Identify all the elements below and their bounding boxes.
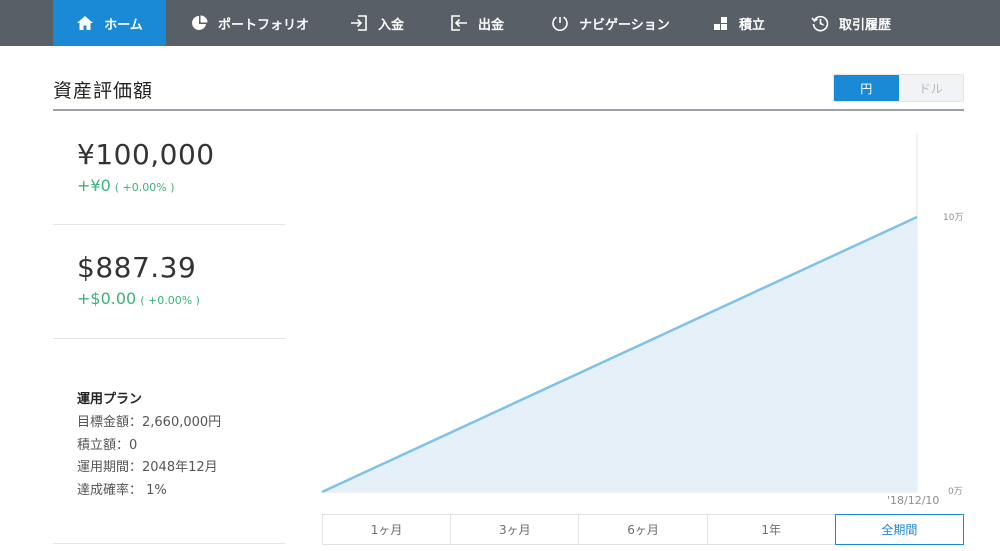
y-tick-label: 0万 (948, 487, 963, 497)
top-navigation: ホーム ポートフォリオ 入金 出金 ナビゲーション 積立 取引履歴 (0, 0, 1000, 46)
plan-target-amount: 目標金額：2,660,000円 (77, 415, 222, 430)
plan-achievement-probability: 達成確率： 1% (77, 483, 167, 498)
nav-item-withdraw[interactable]: 出金 (450, 0, 504, 46)
chart-series-line (321, 215, 918, 494)
page-title: 資産評価額 (53, 80, 154, 102)
usd-change: +$0.00( +0.00% ) (77, 289, 200, 308)
pie-chart-icon (190, 14, 208, 32)
nav-item-label: 出金 (478, 17, 505, 33)
period-3-months-button[interactable]: 3ヶ月 (450, 514, 580, 545)
nav-item-accumulate[interactable]: 積立 (711, 0, 765, 46)
plan-title: 運用プラン (77, 392, 143, 407)
nav-item-label: ポートフォリオ (218, 17, 310, 33)
yen-change-percent: ( +0.00% ) (114, 181, 175, 194)
nav-item-label: ナビゲーション (579, 17, 670, 33)
currency-yen-button[interactable]: 円 (834, 75, 899, 101)
period-1-month-button[interactable]: 1ヶ月 (322, 514, 452, 545)
summary-divider (53, 543, 285, 544)
yen-change: +¥0( +0.00% ) (77, 176, 175, 195)
nav-item-label: ホーム (104, 17, 143, 33)
withdraw-icon (450, 14, 468, 32)
chart-area-fill (322, 217, 917, 492)
usd-total-amount: $887.39 (77, 251, 197, 284)
nav-item-home[interactable]: ホーム (53, 0, 166, 46)
nav-item-label: 入金 (378, 17, 405, 33)
usd-change-percent: ( +0.00% ) (140, 294, 200, 307)
period-selector: 1ヶ月 3ヶ月 6ヶ月 1年 全期間 (322, 514, 965, 545)
home-icon (76, 14, 94, 32)
nav-item-history[interactable]: 取引履歴 (811, 0, 891, 46)
navigation-icon (551, 14, 569, 32)
summary-divider (53, 338, 285, 339)
nav-item-label: 取引履歴 (839, 17, 892, 33)
period-1-year-button[interactable]: 1年 (706, 514, 836, 545)
nav-item-portfolio[interactable]: ポートフォリオ (190, 0, 309, 46)
nav-item-navigation[interactable]: ナビゲーション (551, 0, 670, 46)
deposit-icon (350, 14, 368, 32)
plan-period: 運用期間：2048年12月 (77, 460, 218, 475)
period-6-months-button[interactable]: 6ヶ月 (578, 514, 708, 545)
y-tick-label: 10万 (943, 213, 963, 223)
summary-divider (53, 224, 285, 225)
currency-toggle: 円 ドル (833, 74, 964, 102)
title-divider (53, 109, 964, 111)
yen-change-value: +¥0 (77, 176, 111, 195)
usd-change-value: +$0.00 (77, 289, 137, 308)
period-all-button[interactable]: 全期間 (834, 514, 965, 545)
nav-item-label: 積立 (739, 17, 766, 33)
accumulate-icon (711, 14, 729, 32)
yen-total-amount: ¥100,000 (77, 138, 215, 171)
x-date-label: '18/12/10 (887, 494, 939, 507)
history-icon (811, 14, 829, 32)
plan-accumulation-amount: 積立額：0 (77, 438, 138, 453)
currency-dollar-button[interactable]: ドル (898, 75, 963, 101)
nav-item-deposit[interactable]: 入金 (350, 0, 404, 46)
